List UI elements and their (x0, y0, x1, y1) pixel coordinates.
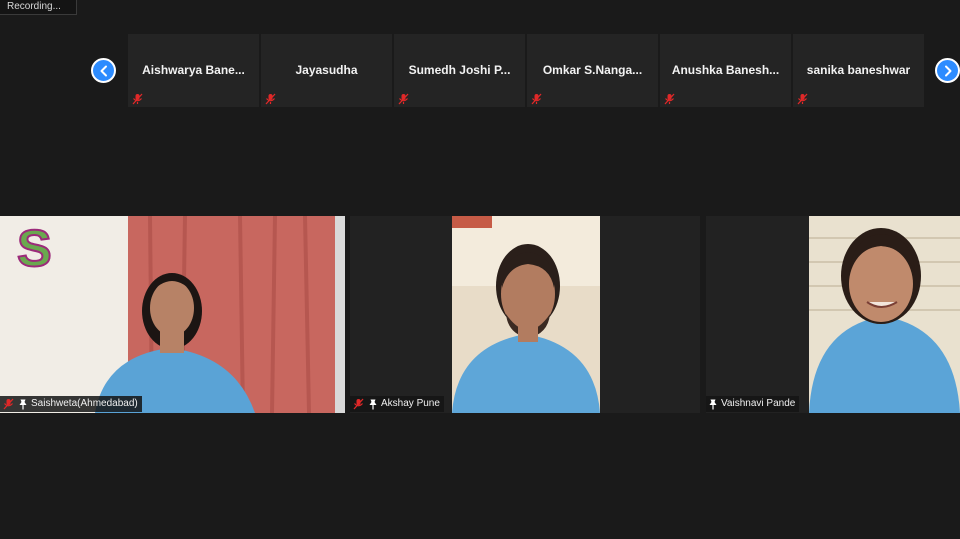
participant-video (452, 216, 600, 413)
participant-video: S (0, 216, 345, 413)
muted-mic-icon (796, 92, 809, 105)
participant-name-tag: Vaishnavi Pande (706, 396, 800, 412)
muted-mic-icon (397, 92, 410, 105)
participant-video-tile[interactable]: S Saishweta(Ahmedabad) (0, 216, 345, 413)
participant-name: Anushka Banesh... (671, 63, 780, 77)
pin-icon (369, 399, 377, 409)
muted-mic-icon (131, 92, 144, 105)
chevron-left-icon (100, 65, 107, 76)
recording-indicator: Recording... (0, 0, 77, 15)
participant-name: Vaishnavi Pande (721, 398, 796, 409)
participant-name: Saishweta(Ahmedabad) (31, 398, 138, 409)
participant-tile[interactable]: Aishwarya Bane... (128, 34, 259, 107)
chevron-right-icon (944, 65, 951, 76)
participant-video-tile[interactable]: Akshay Pune (350, 216, 700, 413)
participant-tile[interactable]: Sumedh Joshi P... (394, 34, 525, 107)
participant-name: sanika baneshwar (806, 63, 911, 77)
participant-name: Akshay Pune (381, 398, 440, 409)
svg-text:S: S (17, 220, 52, 278)
participant-tile[interactable]: Anushka Banesh... (660, 34, 791, 107)
next-page-button[interactable] (935, 58, 960, 83)
participant-tile[interactable]: Jayasudha (261, 34, 392, 107)
pin-icon (709, 399, 717, 409)
participant-tile[interactable]: Omkar S.Nanga... (527, 34, 658, 107)
participant-video (809, 216, 960, 413)
participant-name: Omkar S.Nanga... (542, 63, 643, 77)
participant-name: Aishwarya Bane... (142, 63, 245, 77)
muted-mic-icon (352, 398, 365, 411)
participant-tile[interactable]: sanika baneshwar (793, 34, 924, 107)
recording-label: Recording... (7, 1, 61, 12)
participant-name: Sumedh Joshi P... (408, 63, 511, 77)
muted-mic-icon (663, 92, 676, 105)
participant-name-tag: Saishweta(Ahmedabad) (0, 396, 142, 412)
muted-mic-icon (530, 92, 543, 105)
participant-name-tag: Akshay Pune (350, 396, 444, 412)
muted-mic-icon (2, 398, 15, 411)
participant-name: Jayasudha (295, 63, 358, 77)
participant-video-tile[interactable]: Vaishnavi Pande (706, 216, 960, 413)
previous-page-button[interactable] (91, 58, 116, 83)
pin-icon (19, 399, 27, 409)
muted-mic-icon (264, 92, 277, 105)
